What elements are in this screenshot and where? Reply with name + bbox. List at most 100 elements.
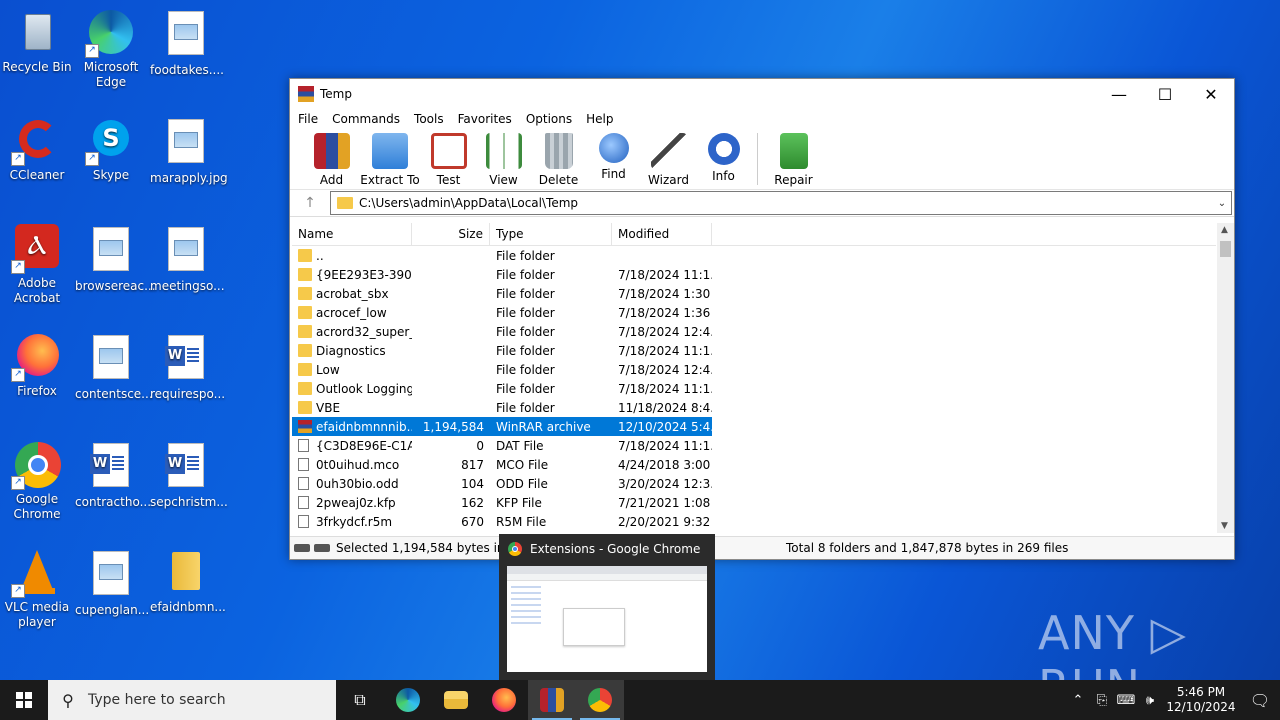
desktop-icon-edge[interactable]: ↗ Microsoft Edge [75, 8, 147, 90]
up-arrow-icon[interactable]: ↑ [290, 195, 330, 211]
address-bar: ↑ C:\Users\admin\AppData\Local\Temp ⌄ [290, 190, 1234, 217]
cell-modified: 7/18/2024 12:4... [618, 324, 712, 339]
cell-name: acrocef_low [292, 306, 412, 320]
file-name: 0uh30bio.odd [316, 476, 399, 491]
wizard-button[interactable]: Wizard [641, 129, 696, 187]
extract-to-button[interactable]: Extract To [359, 129, 421, 187]
add-button[interactable]: Add [304, 129, 359, 187]
clock[interactable]: 5:46 PM 12/10/2024 [1162, 685, 1240, 715]
task-view-button[interactable]: ⧉ [336, 680, 384, 720]
minimize-button[interactable]: — [1096, 79, 1142, 109]
test-button[interactable]: Test [421, 129, 476, 187]
desktop-icon-marapply[interactable]: marapply.jpg [150, 116, 228, 186]
table-row[interactable]: 3frkydcf.r5m 670 R5M File 2/20/2021 9:32 ..… [292, 512, 712, 531]
desktop-icon-acrobat[interactable]: Ⲁ ↗ Adobe Acrobat [1, 224, 73, 306]
view-button[interactable]: View [476, 129, 531, 187]
toolbar-label: Extract To [360, 173, 420, 187]
scrollbar-thumb[interactable] [1220, 241, 1231, 257]
desktop-icon-label: contractho... [75, 495, 152, 509]
file-name: acrord32_super_... [316, 324, 412, 339]
start-button[interactable] [0, 680, 48, 720]
desktop-icon-label: efaidnbmn... [150, 600, 226, 614]
magic-wand-icon [650, 133, 687, 169]
desktop-icon-skype[interactable]: S ↗ Skype [75, 116, 147, 183]
address-field[interactable]: C:\Users\admin\AppData\Local\Temp ⌄ [330, 191, 1232, 215]
desktop-icon-recycle-bin[interactable]: Recycle Bin [1, 8, 73, 75]
menu-help[interactable]: Help [586, 112, 613, 126]
taskbar-edge[interactable] [384, 680, 432, 720]
cell-name: 0uh30bio.odd [292, 477, 412, 491]
repair-button[interactable]: Repair [766, 129, 821, 187]
table-row[interactable]: acrord32_super_... File folder 7/18/2024 1… [292, 322, 712, 341]
maximize-button[interactable]: ☐ [1142, 79, 1188, 109]
column-header-size[interactable]: Size [412, 223, 490, 245]
table-row[interactable]: {C3D8E96E-C1A... 0 DAT File 7/18/2024 11:1.… [292, 436, 712, 455]
desktop-icon-label: contentsce... [75, 387, 153, 401]
menu-tools[interactable]: Tools [414, 112, 444, 126]
chrome-taskbar-preview[interactable]: Extensions - Google Chrome [499, 534, 715, 680]
desktop-icon-ccleaner[interactable]: ↗ CCleaner [1, 116, 73, 183]
desktop-icon-firefox[interactable]: ↗ Firefox [1, 332, 73, 399]
info-button[interactable]: Info [696, 129, 751, 183]
skype-icon: S ↗ [85, 116, 135, 166]
desktop-icon-vlc[interactable]: ↗ VLC media player [1, 548, 73, 630]
menu-options[interactable]: Options [526, 112, 572, 126]
taskbar-winrar[interactable] [528, 680, 576, 720]
scroll-up-icon[interactable]: ▲ [1221, 225, 1228, 235]
menu-favorites[interactable]: Favorites [458, 112, 512, 126]
cell-type: ODD File [496, 476, 548, 491]
table-row[interactable]: 2pweaj0z.kfp 162 KFP File 7/21/2021 1:08 ..… [292, 493, 712, 512]
cell-modified: 4/24/2018 3:00 ... [618, 457, 712, 472]
file-name: acrobat_sbx [316, 286, 389, 301]
table-row[interactable]: 0t0uihud.mco 817 MCO File 4/24/2018 3:00 ..… [292, 455, 712, 474]
taskbar: ⚲ Type here to search ⧉ ⌃ ⎘ ⌨ 🕪 5:46 PM … [0, 680, 1280, 720]
table-row[interactable]: Diagnostics File folder 7/18/2024 11:1... [292, 341, 712, 360]
column-header-type[interactable]: Type [490, 223, 612, 245]
desktop-icon-requirespo[interactable]: W requirespo... [150, 332, 225, 402]
column-header-modified[interactable]: Modified [612, 223, 712, 245]
taskbar-file-explorer[interactable] [432, 680, 480, 720]
find-button[interactable]: Find [586, 129, 641, 181]
table-row[interactable]: Outlook Logging File folder 7/18/2024 11:1… [292, 379, 712, 398]
desktop-icon-chrome[interactable]: ↗ Google Chrome [1, 440, 73, 522]
meet-now-icon[interactable]: ⎘ [1090, 693, 1114, 708]
volume-icon[interactable]: 🕪 [1138, 693, 1162, 708]
desktop-icon-label: browsereac... [75, 279, 156, 293]
close-button[interactable]: ✕ [1188, 79, 1234, 109]
chrome-icon [588, 688, 612, 712]
taskbar-chrome[interactable] [576, 680, 624, 720]
table-row[interactable]: 0uh30bio.odd 104 ODD File 3/20/2024 12:3... [292, 474, 712, 493]
table-row[interactable]: {9EE293E3-390D... File folder 7/18/2024 11… [292, 265, 712, 284]
table-row[interactable]: Low File folder 7/18/2024 12:4... [292, 360, 712, 379]
file-name: .. [316, 248, 324, 263]
desktop-icon-efaidnbmn[interactable]: efaidnbmn... [150, 548, 226, 615]
menu-file[interactable]: File [298, 112, 318, 126]
table-row[interactable]: VBE File folder 11/18/2024 8:4... [292, 398, 712, 417]
preview-thumbnail[interactable] [507, 566, 707, 672]
desktop-icon-meetingso[interactable]: meetingso... [150, 224, 225, 294]
table-row[interactable]: acrocef_low File folder 7/18/2024 1:36 ... [292, 303, 712, 322]
scroll-down-icon[interactable]: ▼ [1221, 521, 1228, 531]
table-row[interactable]: efaidnbmnnnib... 1,194,584 WinRAR archive 1… [292, 417, 712, 436]
desktop-icon-foodtakes[interactable]: foodtakes.... [150, 8, 224, 78]
notification-icon[interactable]: 🗨 [1240, 691, 1280, 710]
menu-commands[interactable]: Commands [332, 112, 400, 126]
taskbar-firefox[interactable] [480, 680, 528, 720]
desktop-icon-sepchristm[interactable]: W sepchristm... [150, 440, 228, 510]
file-name: {9EE293E3-390D... [316, 267, 412, 282]
test-checklist-icon [430, 133, 467, 169]
table-row[interactable]: acrobat_sbx File folder 7/18/2024 1:30 ... [292, 284, 712, 303]
title-bar[interactable]: Temp — ☐ ✕ [290, 79, 1234, 109]
vertical-scrollbar[interactable]: ▲ ▼ [1217, 223, 1234, 533]
word-document-icon: W [162, 335, 210, 383]
desktop-icon-contentsce[interactable]: contentsce... [75, 332, 153, 402]
network-icon[interactable]: ⌨ [1114, 693, 1138, 708]
delete-button[interactable]: Delete [531, 129, 586, 187]
chevron-down-icon[interactable]: ⌄ [1213, 198, 1231, 209]
desktop-icon-browsereac[interactable]: browsereac... [75, 224, 156, 294]
desktop-icon-cupenglan[interactable]: cupenglan... [75, 548, 149, 618]
chevron-up-icon[interactable]: ⌃ [1066, 693, 1090, 708]
taskbar-search-box[interactable]: ⚲ Type here to search [48, 680, 336, 720]
desktop-icon-contractho[interactable]: W contractho... [75, 440, 151, 510]
table-row[interactable]: .. File folder [292, 246, 712, 265]
